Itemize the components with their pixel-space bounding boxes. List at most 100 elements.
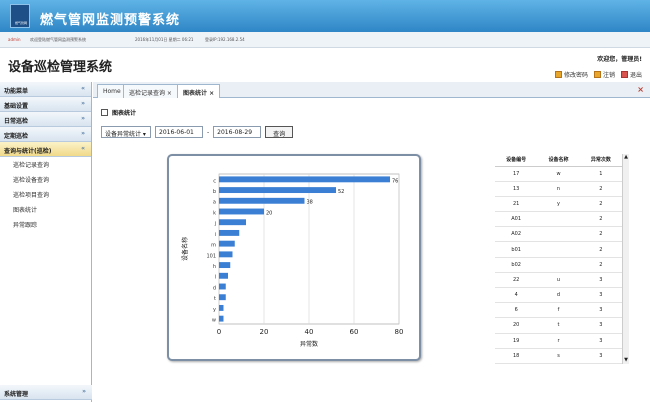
table-row[interactable]: A02 2 [495,226,622,243]
tab-chart-stats[interactable]: 图表统计 × [177,84,221,98]
info-bar: admin 欢迎登陆燃气管网监测预警系统 2016年11月01日 星期二 06:… [0,32,650,48]
table-row[interactable]: 20 t 3 [495,317,622,334]
table-cell [537,226,580,243]
y-tick-label: w [212,318,216,324]
collapse-icon: « [81,145,85,152]
table-cell [537,211,580,228]
exit-icon [620,71,628,78]
sidebar-section-system-admin[interactable]: 系统管理» [0,385,92,400]
table-cell: 21 [495,196,538,213]
y-tick-label: 101 [206,253,216,259]
table-cell: 2 [579,181,622,197]
expand-icon: » [81,100,85,107]
user-link[interactable]: admin [8,37,21,42]
sidebar-item-record-query[interactable]: 巡检记录查询 [0,157,91,172]
table-cell: 22 [495,272,538,289]
sidebar-section-menu[interactable]: 功能菜单 « [0,82,91,97]
table-row[interactable]: 4d3 [495,287,622,304]
table-cell: 2 [579,226,622,243]
table-cell: 3 [579,348,622,364]
bar [219,219,246,226]
table-cell: 2 [579,211,622,228]
bar [219,208,264,215]
table-cell: 3 [579,333,622,349]
panel-icon [101,109,108,116]
col-exception-count[interactable]: 异常次数 [579,154,622,167]
scroll-down-icon[interactable]: ▼ [623,357,629,364]
data-label: 52 [338,189,344,195]
y-tick-label: j [214,221,216,227]
bar [219,262,231,269]
query-toolbar: 设备异常统计 ▾ 2016-06-01 - 2016-08-29 查询 [101,126,294,138]
x-tick-label: 20 [260,328,269,336]
bar [219,315,224,322]
table-row[interactable]: 22 u 3 [495,272,622,289]
table-row[interactable]: 6f3 [495,302,622,319]
logout-link[interactable]: 注销 [593,70,615,79]
sidebar-section-daily-inspection[interactable]: 日常巡检» [0,112,91,127]
table-cell: r [537,333,580,349]
table-cell: 17 [495,166,538,182]
close-all-icon[interactable]: × [637,85,644,94]
table-row[interactable]: 19 r 3 [495,333,622,349]
info-text: 欢迎登陆燃气管网监测预警系统 [30,37,86,42]
col-device-id[interactable]: 设备编号 [495,154,538,167]
table-row[interactable]: 18 s 3 [495,348,622,364]
bar [219,283,226,290]
table-scrollbar[interactable]: ▲ ▼ [622,154,629,364]
tab-record-query[interactable]: 巡检记录查询 × [123,84,178,98]
date-to-input[interactable]: 2016-08-29 [213,126,262,138]
y-axis-label: 设备名称 [181,237,189,261]
query-button[interactable]: 查询 [265,126,294,138]
table-cell: 4 [495,287,538,304]
table-cell: 2 [579,257,622,273]
sidebar-section-query-stats[interactable]: 查询与统计(巡检) « [0,142,91,157]
table-row[interactable]: b02 2 [495,257,622,273]
sidebar-section-periodic-inspection[interactable]: 定期巡检» [0,127,91,142]
sidebar-item-exception-tracking[interactable]: 异常跟踪 [0,217,91,232]
y-tick-label: d [213,285,216,291]
x-tick-label: 40 [305,328,314,336]
stats-table-wrapper: 设备编号 设备名称 异常次数 17 w 1 13 n 2 21 y 2 A01 2 A02 2 b01 2 b… [495,154,629,364]
tab-bar: Home 巡检记录查询 × 图表统计 × × [93,82,650,98]
date-from-input[interactable]: 2016-06-01 [155,126,203,138]
stats-type-select[interactable]: 设备异常统计 ▾ [101,126,151,138]
bar-chart: 0 20 40 60 80 c 76 b 52 a 38 k 20 jim 101 hldtyw 异常数 设备名称 [181,173,403,348]
expand-icon: » [81,130,85,137]
sidebar-section-basic-settings[interactable]: 基础设置» [0,97,91,112]
table-row[interactable]: 21 y 2 [495,196,622,213]
bar [219,176,390,183]
table-cell [537,257,580,273]
panel-title: 图表统计 [101,108,136,117]
welcome-text: 欢迎您，管理员! [597,56,642,63]
table-row[interactable]: 13 n 2 [495,181,622,197]
table-cell: n [537,181,580,197]
scroll-up-icon[interactable]: ▲ [623,154,629,161]
table-row[interactable]: 17 w 1 [495,166,622,182]
stats-table: 设备编号 设备名称 异常次数 17 w 1 13 n 2 21 y 2 A01 2 A02 2 b01 2 b… [495,154,622,364]
collapse-icon[interactable]: « [81,85,85,92]
sidebar-item-device-query[interactable]: 巡检设备查询 [0,172,91,187]
sidebar-item-project-query[interactable]: 巡检项目查询 [0,187,91,202]
col-device-name[interactable]: 设备名称 [537,154,580,167]
main-area: Home 巡检记录查询 × 图表统计 × × 图表统计 设备异常统计 ▾ 201… [93,82,650,402]
y-tick-label: h [213,264,216,270]
expand-icon: » [82,388,86,395]
system-title: 燃气管网监测预警系统 [40,13,181,28]
y-tick-label: t [214,296,216,302]
table-row[interactable]: A01 2 [495,211,622,228]
table-cell: w [537,166,580,182]
sidebar: 功能菜单 « 基础设置» 日常巡检» 定期巡检» 查询与统计(巡检) « 巡检记录查… [0,82,92,402]
sidebar-item-chart-stats[interactable]: 图表统计 [0,202,91,217]
x-tick-label: 0 [217,328,221,336]
exit-link[interactable]: 退出 [620,70,642,79]
table-cell: b02 [495,257,538,273]
datetime-text: 2016年11月01日 星期二 06:21 [135,37,194,42]
table-cell: 13 [495,181,538,197]
logo: 燃气管网 [10,4,30,28]
ip-text: 登录IP:192.168.2.54 [205,37,245,42]
change-password-link[interactable]: 修改密码 [554,70,588,79]
table-row[interactable]: b01 2 [495,241,622,258]
table-cell: 1 [579,166,622,182]
table-cell: 2 [579,196,622,213]
